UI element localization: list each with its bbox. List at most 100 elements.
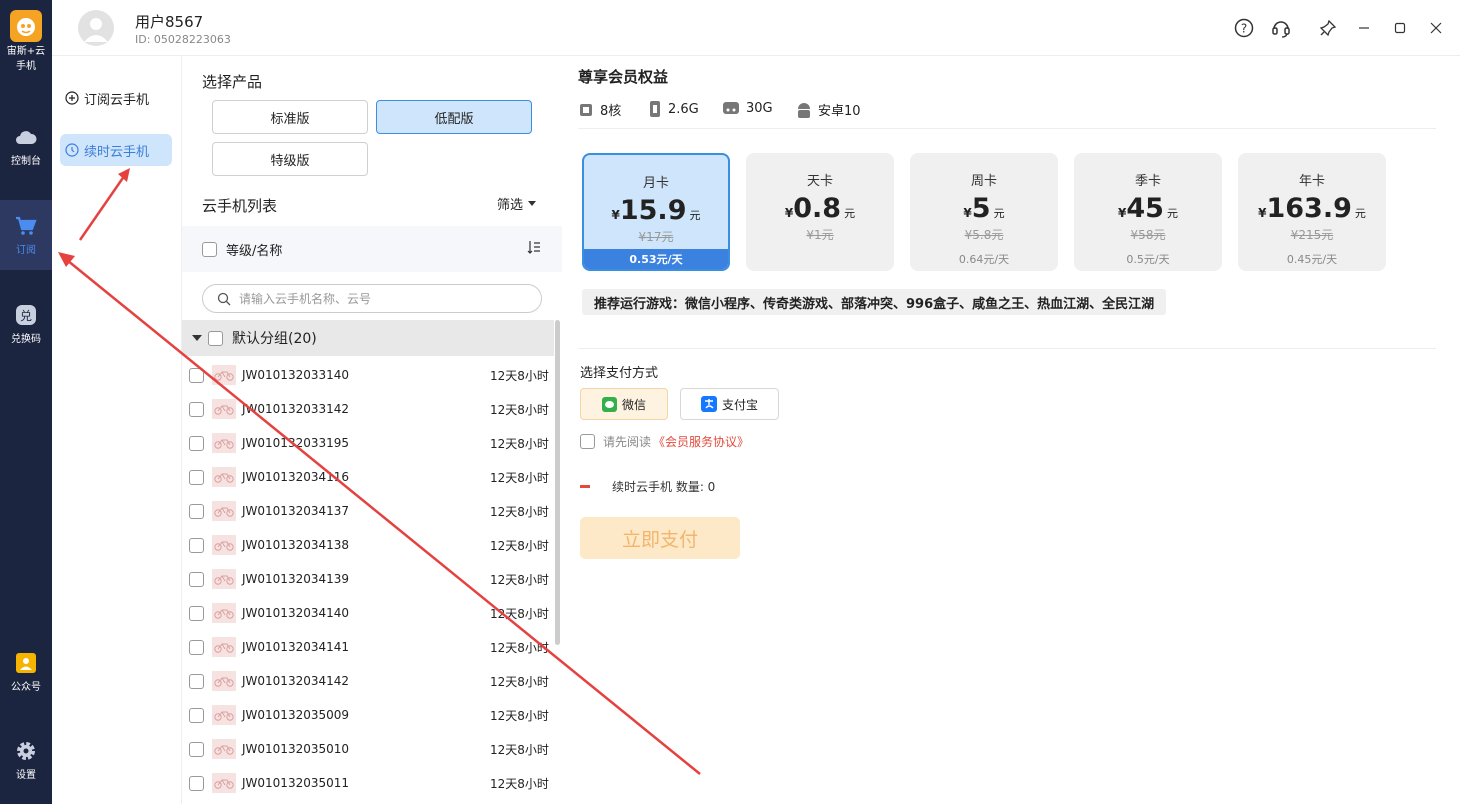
select-all-checkbox[interactable]	[202, 241, 217, 257]
table-row[interactable]: JW010132034141 12天8小时	[182, 630, 554, 664]
product-premium[interactable]: 特级版	[212, 142, 368, 176]
spec-storage: 30G	[722, 100, 773, 116]
bike-icon	[212, 773, 236, 793]
android-icon	[798, 102, 810, 118]
pay-wechat[interactable]: 微信	[580, 388, 668, 420]
plan-price: ¥45 元	[1074, 193, 1222, 224]
nav-sidebar: 宙斯+云手机 控制台 订阅 兑 兑换码 公众号 设置	[0, 0, 52, 804]
table-row[interactable]: JW010132034142 12天8小时	[182, 664, 554, 698]
plan-card[interactable]: 天卡 ¥0.8 元 ¥1元	[746, 153, 894, 271]
spec-android: 安卓10	[796, 100, 861, 119]
headset-icon[interactable]	[1270, 17, 1292, 39]
recommended-games: 推荐运行游戏：微信小程序、传奇类游戏、部落冲突、996盒子、咸鱼之王、热血江湖、…	[582, 289, 1167, 315]
row-checkbox[interactable]	[189, 707, 204, 723]
agree-checkbox[interactable]	[580, 434, 595, 449]
phone-name: JW010132035010	[242, 742, 350, 756]
remaining-time: 12天8小时	[490, 708, 549, 723]
bike-icon	[212, 399, 236, 419]
group-header[interactable]: 默认分组(20)	[182, 320, 554, 356]
row-checkbox[interactable]	[189, 367, 204, 383]
filter-button[interactable]: 筛选	[497, 194, 537, 213]
plan-card[interactable]: 周卡 ¥5 元 ¥5.8元 0.64元/天	[910, 153, 1058, 271]
nav-redeem[interactable]: 兑 兑换码	[0, 304, 52, 354]
list-scrollbar[interactable]	[555, 320, 560, 645]
table-row[interactable]: JW010132034116 12天8小时	[182, 460, 554, 494]
avatar[interactable]	[78, 10, 114, 46]
row-checkbox[interactable]	[189, 401, 204, 417]
bike-icon	[212, 637, 236, 657]
row-checkbox[interactable]	[189, 673, 204, 689]
phone-name: JW010132034140	[242, 606, 350, 620]
remaining-time: 12天8小时	[490, 572, 549, 587]
plus-circle-icon	[65, 91, 79, 105]
row-checkbox[interactable]	[189, 639, 204, 655]
nav-official[interactable]: 公众号	[0, 652, 52, 702]
table-row[interactable]: JW010132035009 12天8小时	[182, 698, 554, 732]
row-checkbox[interactable]	[189, 503, 204, 519]
row-checkbox[interactable]	[189, 537, 204, 553]
row-checkbox[interactable]	[189, 571, 204, 587]
original-price: ¥5.8元	[964, 228, 1004, 242]
minimize-icon[interactable]	[1353, 17, 1375, 39]
spec-android-label: 安卓10	[818, 104, 861, 119]
table-row[interactable]: JW010132033140 12天8小时	[182, 358, 554, 392]
table-row[interactable]: JW010132033195 12天8小时	[182, 426, 554, 460]
product-low[interactable]: 低配版	[376, 100, 532, 134]
row-checkbox[interactable]	[189, 469, 204, 485]
phone-list: JW010132033140 12天8小时 JW010132033142 12天8小时…	[182, 358, 554, 800]
product-standard[interactable]: 标准版	[212, 100, 368, 134]
list-header-label: 等级/名称	[226, 243, 283, 259]
nav-settings[interactable]: 设置	[0, 740, 52, 790]
table-row[interactable]: JW010132034139 12天8小时	[182, 562, 554, 596]
nav-subscribe[interactable]: 订阅	[0, 200, 52, 270]
sort-icon[interactable]	[527, 240, 541, 258]
group-checkbox[interactable]	[208, 330, 223, 346]
remaining-time: 12天8小时	[490, 640, 549, 655]
pin-icon[interactable]	[1317, 17, 1339, 39]
table-row[interactable]: JW010132033142 12天8小时	[182, 392, 554, 426]
agreement-link[interactable]: 《会员服务协议》	[653, 433, 749, 450]
daily-price: 0.53元/天	[584, 249, 728, 269]
remaining-time: 12天8小时	[490, 504, 549, 519]
table-row[interactable]: JW010132034138 12天8小时	[182, 528, 554, 562]
row-checkbox[interactable]	[189, 741, 204, 757]
spec-cpu: 8核	[578, 100, 621, 119]
original-price: ¥215元	[1290, 228, 1334, 242]
menu-subscribe-phone[interactable]: 订阅云手机	[60, 82, 172, 114]
pay-alipay[interactable]: 支付宝	[680, 388, 779, 420]
currency-symbol: ¥	[784, 206, 794, 220]
svg-text:兑: 兑	[20, 309, 32, 323]
filter-label: 筛选	[497, 198, 524, 213]
agreement: 请先阅读 《会员服务协议》	[580, 433, 749, 450]
app-logo[interactable]: 宙斯+云手机	[0, 0, 52, 86]
minus-icon[interactable]	[580, 485, 590, 488]
search-input[interactable]: 请输入云手机名称、云号	[202, 284, 542, 313]
bike-icon	[212, 535, 236, 555]
price-value: 163.9	[1266, 193, 1352, 224]
nav-official-label: 公众号	[11, 682, 41, 693]
redeem-icon: 兑	[15, 304, 37, 326]
divider	[578, 348, 1436, 349]
remaining-time: 12天8小时	[490, 742, 549, 757]
row-checkbox[interactable]	[189, 435, 204, 451]
table-row[interactable]: JW010132034137 12天8小时	[182, 494, 554, 528]
divider	[578, 128, 1436, 129]
pay-now-button[interactable]: 立即支付	[580, 517, 740, 559]
maximize-icon[interactable]	[1389, 17, 1411, 39]
nav-console[interactable]: 控制台	[0, 126, 52, 176]
plan-card[interactable]: 月卡 ¥15.9 元 ¥17元 0.53元/天	[582, 153, 730, 271]
menu-renew-phone[interactable]: 续时云手机	[60, 134, 172, 166]
table-row[interactable]: JW010132034140 12天8小时	[182, 596, 554, 630]
plan-card[interactable]: 年卡 ¥163.9 元 ¥215元 0.45元/天	[1238, 153, 1386, 271]
row-checkbox[interactable]	[189, 605, 204, 621]
remaining-time: 12天8小时	[490, 538, 549, 553]
plan-price: ¥5 元	[910, 193, 1058, 224]
price-value: 45	[1126, 193, 1164, 224]
table-row[interactable]: JW010132035010 12天8小时	[182, 732, 554, 766]
close-icon[interactable]	[1425, 17, 1447, 39]
daily-price: 0.64元/天	[958, 253, 1010, 266]
help-icon[interactable]: ?	[1233, 17, 1255, 39]
plan-card[interactable]: 季卡 ¥45 元 ¥58元 0.5元/天	[1074, 153, 1222, 271]
table-row[interactable]: JW010132035011 12天8小时	[182, 766, 554, 800]
row-checkbox[interactable]	[189, 775, 204, 791]
